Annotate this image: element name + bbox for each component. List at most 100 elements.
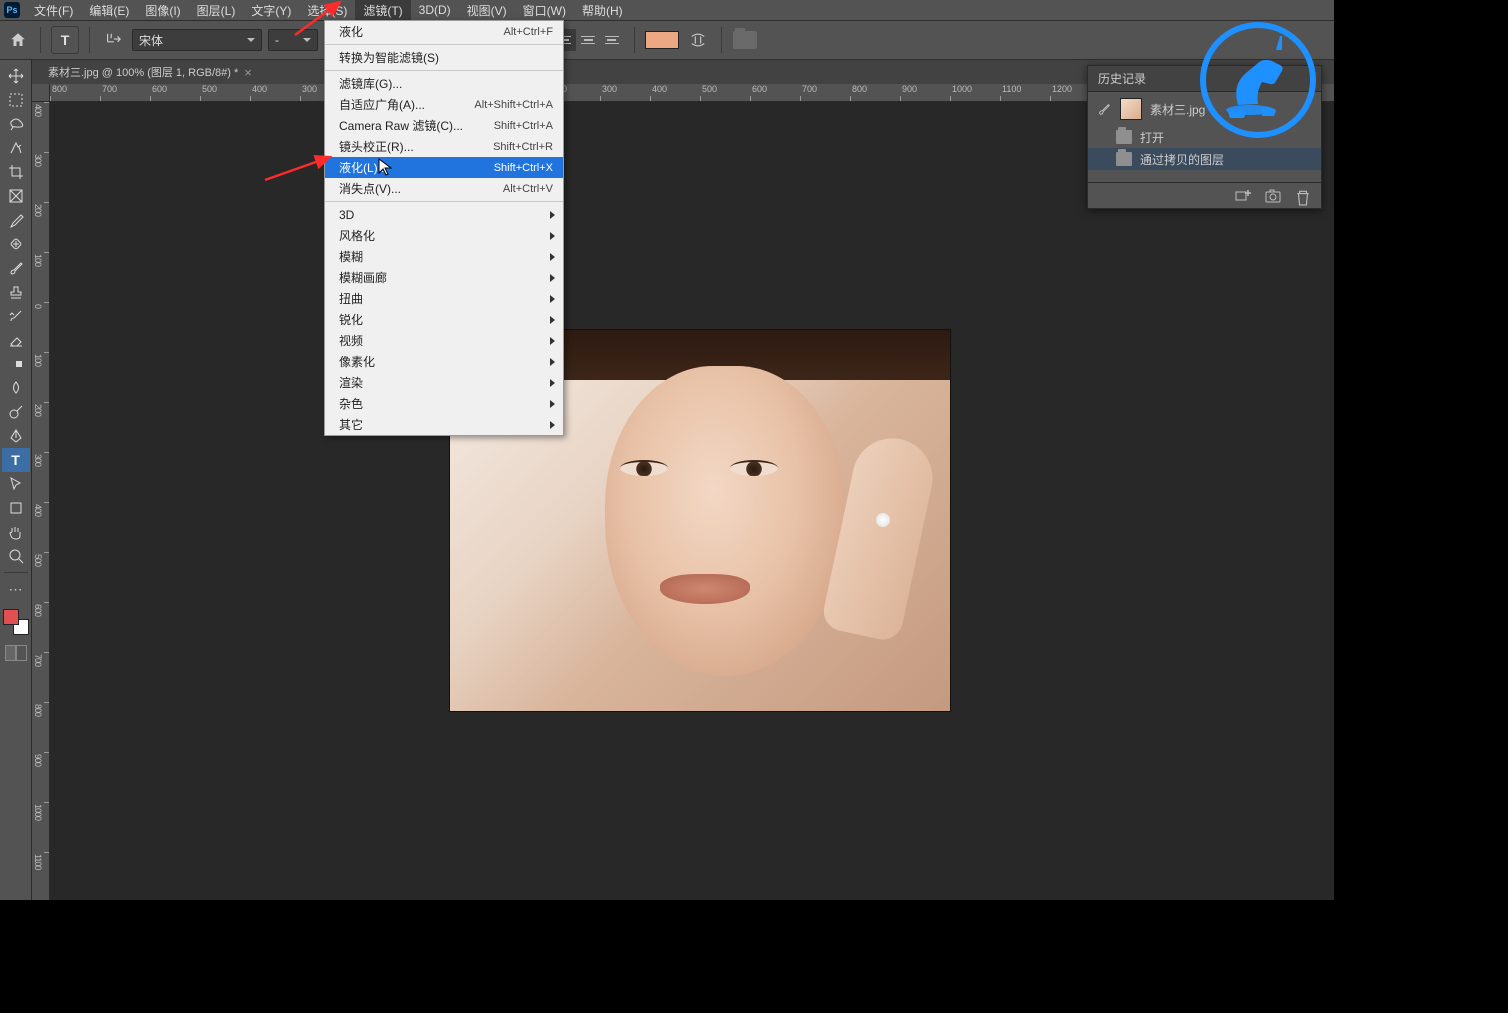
ruler-vertical[interactable]: 4003002001000100200300400500600700800900… [32,102,50,900]
history-source-row[interactable]: 素材三.jpg [1088,92,1321,126]
marquee-tool[interactable] [2,88,30,112]
history-state-label: 通过拷贝的图层 [1140,151,1224,168]
hand-tool[interactable] [2,520,30,544]
menu-item-shortcut: Alt+Ctrl+F [503,26,553,38]
path-select-tool[interactable] [2,472,30,496]
history-source-name: 素材三.jpg [1150,101,1205,118]
menu-select[interactable]: 选择(S) [299,0,355,21]
menu-item-label: 转换为智能滤镜(S) [339,49,553,66]
quickmask-toggle[interactable] [5,645,27,661]
filter-menu-item[interactable]: 自适应广角(A)...Alt+Shift+Ctrl+A [325,94,563,115]
photoshop-app: Ps 文件(F) 编辑(E) 图像(I) 图层(L) 文字(Y) 选择(S) 滤… [0,0,1334,900]
filter-menu-item[interactable]: 模糊 [325,246,563,267]
home-button[interactable] [6,28,30,52]
menu-file[interactable]: 文件(F) [26,0,81,21]
edit-toolbar-button[interactable]: ⋯ [2,577,30,601]
filter-menu-item[interactable]: 锐化 [325,309,563,330]
menu-separator [325,201,563,202]
move-tool[interactable] [2,64,30,88]
filter-menu-item[interactable]: 像素化 [325,351,563,372]
frame-tool[interactable] [2,184,30,208]
close-icon[interactable]: × [244,65,252,80]
foreground-background-colors[interactable] [3,609,29,635]
active-tool-indicator[interactable]: T [51,26,79,54]
pen-tool[interactable] [2,424,30,448]
menu-item-label: 镜头校正(R)... [339,138,493,155]
filter-menu-item[interactable]: 滤镜库(G)... [325,73,563,94]
filter-menu-item[interactable]: 视频 [325,330,563,351]
font-family-dropdown[interactable]: 宋体 [132,29,262,51]
snapshot-icon[interactable] [1265,189,1281,203]
image-region [660,574,750,604]
history-panel: 历史记录 素材三.jpg 打开通过拷贝的图层 [1087,65,1322,209]
eraser-tool[interactable] [2,328,30,352]
filter-menu-item[interactable]: 消失点(V)...Alt+Ctrl+V [325,178,563,199]
menu-view[interactable]: 视图(V) [459,0,515,21]
ruler-origin[interactable] [32,84,50,102]
filter-menu-item[interactable]: 3D [325,204,563,225]
warp-text-button[interactable] [685,29,711,51]
foreground-color[interactable] [3,609,19,625]
text-color-swatch[interactable] [645,31,679,49]
menu-help[interactable]: 帮助(H) [574,0,631,21]
canvas[interactable] [50,102,1334,900]
filter-menu-item[interactable]: 液化(L)...Shift+Ctrl+X [325,157,563,178]
trash-icon[interactable] [1295,189,1311,203]
font-family-value: 宋体 [139,32,163,49]
shape-tool[interactable] [2,496,30,520]
eyedropper-tool[interactable] [2,208,30,232]
history-state-row[interactable]: 通过拷贝的图层 [1088,148,1321,170]
panels-toggle-button[interactable] [732,29,758,51]
filter-menu-item[interactable]: 渲染 [325,372,563,393]
history-state-row[interactable]: 打开 [1088,126,1321,148]
menu-edit[interactable]: 编辑(E) [81,0,137,21]
menu-type[interactable]: 文字(Y) [243,0,299,21]
divider [4,572,28,573]
align-right-button[interactable] [600,29,624,51]
history-panel-title[interactable]: 历史记录 [1098,70,1146,87]
history-brush-tool[interactable] [2,304,30,328]
filter-menu-item[interactable]: 杂色 [325,393,563,414]
menu-item-label: 扭曲 [339,290,553,307]
menu-item-shortcut: Shift+Ctrl+A [494,120,553,132]
lasso-tool[interactable] [2,112,30,136]
font-style-dropdown[interactable]: - [268,29,318,51]
menubar: Ps 文件(F) 编辑(E) 图像(I) 图层(L) 文字(Y) 选择(S) 滤… [0,0,1334,20]
brush-tool[interactable] [2,256,30,280]
filter-menu-item[interactable]: 其它 [325,414,563,435]
blur-tool[interactable] [2,376,30,400]
history-state-icon [1116,152,1132,166]
type-tool[interactable]: T [2,448,30,472]
filter-menu-item[interactable]: Camera Raw 滤镜(C)...Shift+Ctrl+A [325,115,563,136]
gradient-tool[interactable] [2,352,30,376]
menu-item-label: 锐化 [339,311,553,328]
filter-menu-item[interactable]: 模糊画廊 [325,267,563,288]
create-document-icon[interactable] [1235,189,1251,203]
image-region [605,366,845,676]
dodge-tool[interactable] [2,400,30,424]
history-brush-icon[interactable] [1096,101,1112,117]
document-tab-title: 素材三.jpg @ 100% (图层 1, RGB/8#) * [48,64,238,80]
menu-3d[interactable]: 3D(D) [411,1,459,19]
crop-tool[interactable] [2,160,30,184]
menu-item-label: 消失点(V)... [339,180,503,197]
zoom-tool[interactable] [2,544,30,568]
menu-layer[interactable]: 图层(L) [189,0,244,21]
filter-menu-dropdown: 液化Alt+Ctrl+F 转换为智能滤镜(S) 滤镜库(G)...自适应广角(A).… [324,20,564,436]
menu-item-label: 其它 [339,416,553,433]
quick-select-tool[interactable] [2,136,30,160]
menu-image[interactable]: 图像(I) [137,0,188,21]
menu-window[interactable]: 窗口(W) [515,0,574,21]
filter-menu-item[interactable]: 风格化 [325,225,563,246]
menu-filter[interactable]: 滤镜(T) [355,0,410,21]
filter-menu-item[interactable]: 液化Alt+Ctrl+F [325,21,563,42]
align-center-button[interactable] [576,29,600,51]
filter-menu-item[interactable]: 镜头校正(R)...Shift+Ctrl+R [325,136,563,157]
stamp-tool[interactable] [2,280,30,304]
document-tab[interactable]: 素材三.jpg @ 100% (图层 1, RGB/8#) * × [40,61,260,83]
filter-menu-item[interactable]: 转换为智能滤镜(S) [325,47,563,68]
filter-menu-item[interactable]: 扭曲 [325,288,563,309]
healing-tool[interactable] [2,232,30,256]
text-orientation-button[interactable] [100,29,126,51]
menu-item-label: 液化 [339,23,503,40]
